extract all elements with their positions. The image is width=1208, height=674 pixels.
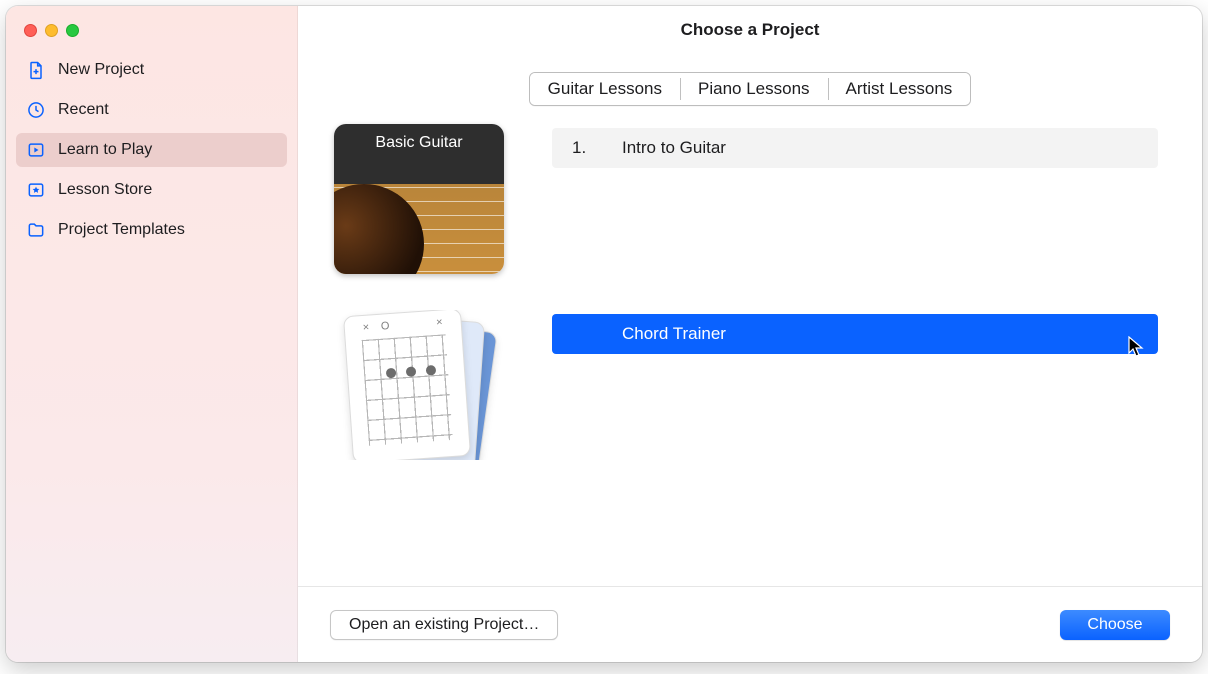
star-box-icon — [26, 180, 46, 200]
sidebar-item-project-templates[interactable]: Project Templates — [16, 213, 287, 247]
sidebar-item-label: Lesson Store — [58, 181, 152, 199]
tab-label: Piano Lessons — [698, 79, 810, 98]
lesson-thumb-basic-guitar[interactable]: Basic Guitar — [334, 124, 504, 274]
sidebar-item-label: New Project — [58, 61, 144, 79]
document-plus-icon — [26, 60, 46, 80]
sidebar-item-lesson-store[interactable]: Lesson Store — [16, 173, 287, 207]
clock-icon — [26, 100, 46, 120]
lesson-title: Intro to Guitar — [622, 138, 726, 158]
folder-icon — [26, 220, 46, 240]
sidebar-nav: New Project Recent Learn to Play — [6, 53, 297, 247]
lesson-item-intro-to-guitar[interactable]: 1. Intro to Guitar — [552, 128, 1158, 168]
window-title: Choose a Project — [298, 6, 1202, 54]
lesson-content: Basic Guitar 1. Intro to Guitar — [298, 114, 1202, 586]
sidebar-item-new-project[interactable]: New Project — [16, 53, 287, 87]
sidebar-item-label: Project Templates — [58, 221, 185, 239]
close-window-button[interactable] — [24, 24, 37, 37]
thumb-title: Basic Guitar — [334, 134, 504, 152]
window-title-text: Choose a Project — [681, 20, 820, 40]
window-controls — [6, 16, 297, 53]
lesson-title: Chord Trainer — [622, 324, 726, 344]
segmented-control: Guitar Lessons Piano Lessons Artist Less… — [529, 72, 972, 106]
tab-piano-lessons[interactable]: Piano Lessons — [680, 73, 828, 105]
tab-label: Guitar Lessons — [548, 79, 662, 98]
lesson-number: 1. — [572, 138, 596, 158]
tab-label: Artist Lessons — [846, 79, 953, 98]
sidebar-item-label: Recent — [58, 101, 109, 119]
sidebar-item-learn-to-play[interactable]: Learn to Play — [16, 133, 287, 167]
minimize-window-button[interactable] — [45, 24, 58, 37]
lesson-category-tabs: Guitar Lessons Piano Lessons Artist Less… — [298, 54, 1202, 114]
lesson-item-chord-trainer[interactable]: Chord Trainer — [552, 314, 1158, 354]
lesson-list: 1. Intro to Guitar — [552, 124, 1158, 168]
lesson-list: Chord Trainer — [552, 310, 1158, 354]
tab-artist-lessons[interactable]: Artist Lessons — [828, 73, 971, 105]
project-chooser-window: New Project Recent Learn to Play — [6, 6, 1202, 662]
lesson-thumb-chord-trainer[interactable]: ×O× — [334, 310, 504, 460]
play-lesson-icon — [26, 140, 46, 160]
lesson-group: Basic Guitar 1. Intro to Guitar — [334, 124, 1158, 274]
choose-button[interactable]: Choose — [1060, 610, 1170, 640]
sidebar-item-recent[interactable]: Recent — [16, 93, 287, 127]
zoom-window-button[interactable] — [66, 24, 79, 37]
footer-bar: Open an existing Project… Choose — [298, 586, 1202, 662]
button-label: Open an existing Project… — [349, 616, 539, 634]
main-panel: Choose a Project Guitar Lessons Piano Le… — [298, 6, 1202, 662]
open-existing-project-button[interactable]: Open an existing Project… — [330, 610, 558, 640]
lesson-group: ×O× Chord Trainer — [334, 310, 1158, 460]
button-label: Choose — [1087, 616, 1142, 634]
sidebar-item-label: Learn to Play — [58, 141, 152, 159]
tab-guitar-lessons[interactable]: Guitar Lessons — [530, 73, 680, 105]
sidebar: New Project Recent Learn to Play — [6, 6, 298, 662]
